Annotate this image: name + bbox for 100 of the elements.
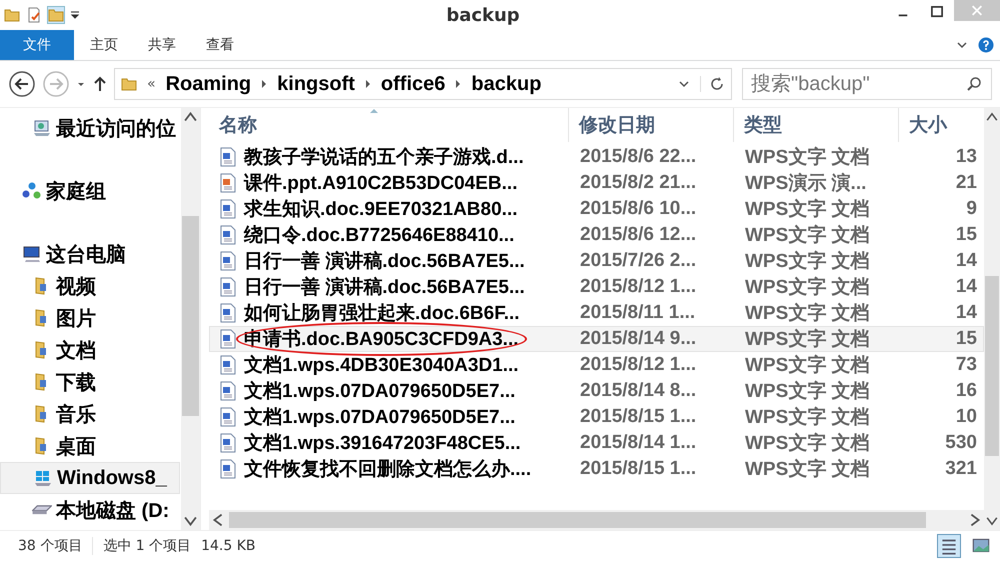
scrollbar[interactable] bbox=[984, 108, 1000, 530]
file-type: WPS文字 文档 bbox=[744, 250, 871, 274]
sidebar-item[interactable]: 图片 bbox=[0, 302, 180, 334]
file-row[interactable]: 绕口令.doc.B7725646E88410... 2015/8/6 12... WPS文字 文档 15 bbox=[209, 222, 984, 248]
file-size: 15 bbox=[954, 224, 978, 246]
sidebar-item[interactable]: 下载 bbox=[0, 366, 180, 398]
file-size: 9 bbox=[965, 198, 978, 220]
overflow-chevron[interactable]: « bbox=[147, 76, 156, 92]
breadcrumb[interactable]: backup bbox=[471, 72, 542, 96]
column-header[interactable]: 修改日期 bbox=[569, 108, 734, 142]
document-icon bbox=[220, 329, 236, 349]
file-row[interactable]: 文档1.wps.07DA079650D5E7... 2015/8/15 1... WPS文字 文档 10 bbox=[209, 404, 984, 430]
sidebar-item[interactable]: 桌面 bbox=[0, 430, 180, 462]
breadcrumb[interactable]: office6 bbox=[380, 72, 446, 96]
separator-icon[interactable] bbox=[364, 79, 371, 89]
file-row[interactable]: 课件.ppt.A910C2B53DC04EB... 2015/8/2 21... WPS演示 演... 21 bbox=[209, 170, 984, 196]
file-size: 10 bbox=[954, 406, 978, 428]
file-row[interactable]: 文件恢复找不回删除文档怎么办.... 2015/8/15 1... WPS文字 文档 321 bbox=[209, 456, 984, 482]
column-header[interactable]: 类型 bbox=[734, 108, 899, 142]
sidebar-item[interactable]: 音乐 bbox=[0, 398, 180, 430]
file-name: 课件.ppt.A910C2B53DC04EB... bbox=[244, 172, 518, 196]
file-name: 绕口令.doc.B7725646E88410... bbox=[244, 224, 514, 248]
sidebar-item[interactable]: 这台电脑 bbox=[0, 238, 180, 270]
file-row[interactable]: 日行一善 演讲稿.doc.56BA7E5... 2015/7/26 2... WPS文字 文档 14 bbox=[209, 248, 984, 274]
file-name: 文档1.wps.391647203F48CE5... bbox=[244, 432, 521, 456]
modified-date: 2015/8/6 22... bbox=[579, 146, 698, 168]
file-name: 日行一善 演讲稿.doc.56BA7E5... bbox=[244, 275, 525, 300]
address-bar[interactable]: « Roaming kingsoft office6 backup bbox=[114, 68, 732, 100]
document-icon bbox=[220, 433, 236, 453]
file-type: WPS文字 文档 bbox=[744, 224, 871, 248]
back-icon[interactable] bbox=[8, 70, 36, 98]
scrollbar[interactable] bbox=[209, 510, 984, 530]
file-type: WPS文字 文档 bbox=[744, 406, 871, 430]
folder-icon[interactable] bbox=[4, 7, 20, 23]
search-field[interactable]: 搜索"backup" bbox=[742, 68, 992, 100]
file-row[interactable]: 日行一善 演讲稿.doc.56BA7E5... 2015/8/12 1... WPS文字 文档 14 bbox=[209, 274, 984, 300]
selection-size: 14.5 KB bbox=[201, 538, 256, 554]
file-row[interactable]: 文档1.wps.391647203F48CE5... 2015/8/14 1... WPS文字 文档 530 bbox=[209, 430, 984, 456]
document-icon bbox=[220, 251, 236, 271]
column-header[interactable]: 大小 bbox=[899, 108, 984, 142]
sidebar-item[interactable]: Windows8_ bbox=[0, 462, 180, 494]
modified-date: 2015/7/26 2... bbox=[579, 250, 698, 272]
breadcrumb[interactable]: Roaming bbox=[166, 72, 252, 96]
modified-date: 2015/8/6 12... bbox=[579, 224, 698, 246]
properties-icon[interactable] bbox=[26, 7, 42, 23]
document-icon bbox=[220, 277, 236, 297]
file-name: 文档1.wps.4DB30E3040A3D1... bbox=[244, 354, 519, 378]
file-type: WPS文字 文档 bbox=[744, 380, 871, 404]
document-icon bbox=[220, 225, 236, 245]
file-name: 文档1.wps.07DA079650D5E7... bbox=[244, 406, 516, 430]
folder-icon bbox=[121, 76, 137, 92]
file-row[interactable]: 如何让肠胃强壮起来.doc.6B6F... 2015/8/11 1... WPS文字 文档 14 bbox=[209, 300, 984, 326]
sidebar-item[interactable]: 视频 bbox=[0, 270, 180, 302]
drive-icon bbox=[32, 505, 52, 515]
sidebar-item[interactable]: 最近访问的位 bbox=[0, 112, 180, 144]
file-name: 日行一善 演讲稿.doc.56BA7E5... bbox=[244, 249, 525, 274]
separator-icon[interactable] bbox=[455, 79, 462, 89]
modified-date: 2015/8/14 8... bbox=[579, 380, 698, 402]
refresh-icon[interactable] bbox=[700, 76, 725, 92]
modified-date: 2015/8/14 9... bbox=[579, 328, 698, 350]
file-type: WPS文字 文档 bbox=[744, 328, 871, 352]
document-icon bbox=[220, 407, 236, 427]
modified-date: 2015/8/6 10... bbox=[579, 198, 698, 220]
file-size: 13 bbox=[954, 146, 978, 168]
file-name: 教孩子学说话的五个亲子游戏.d... bbox=[244, 146, 524, 170]
file-size: 21 bbox=[954, 172, 978, 194]
homegroup-icon bbox=[22, 181, 42, 201]
sidebar-item[interactable]: 本地磁盘 (D: bbox=[0, 494, 180, 526]
file-size: 321 bbox=[944, 458, 978, 480]
selection-count: 选中 1 个项目 bbox=[103, 537, 192, 555]
details-view-icon[interactable] bbox=[938, 535, 960, 557]
dropdown-icon[interactable] bbox=[70, 10, 80, 20]
help-icon[interactable] bbox=[978, 37, 994, 53]
ribbon-tab[interactable]: 共享 bbox=[134, 30, 190, 60]
modified-date: 2015/8/15 1... bbox=[579, 458, 698, 480]
scrollbar[interactable] bbox=[181, 108, 200, 530]
file-size: 15 bbox=[954, 328, 978, 350]
file-size: 14 bbox=[954, 250, 978, 272]
ribbon-tab[interactable]: 文件 bbox=[0, 30, 74, 60]
file-type: WPS文字 文档 bbox=[744, 276, 871, 300]
breadcrumb[interactable]: kingsoft bbox=[277, 72, 355, 96]
ribbon-tab[interactable]: 主页 bbox=[76, 30, 132, 60]
file-type: WPS文字 文档 bbox=[744, 302, 871, 326]
file-row[interactable]: 文档1.wps.07DA079650D5E7... 2015/8/14 8... WPS文字 文档 16 bbox=[209, 378, 984, 404]
ribbon-tab[interactable]: 查看 bbox=[192, 30, 248, 60]
file-row[interactable]: 文档1.wps.4DB30E3040A3D1... 2015/8/12 1... WPS文字 文档 73 bbox=[209, 352, 984, 378]
separator-icon[interactable] bbox=[261, 79, 268, 89]
modified-date: 2015/8/15 1... bbox=[579, 406, 698, 428]
windows-drive-icon bbox=[33, 468, 53, 488]
file-size: 14 bbox=[954, 302, 978, 324]
sidebar-item[interactable]: 文档 bbox=[0, 334, 180, 366]
file-size: 530 bbox=[944, 432, 978, 454]
file-type: WPS文字 文档 bbox=[744, 198, 871, 222]
up-icon[interactable] bbox=[92, 76, 108, 92]
document-icon bbox=[220, 459, 236, 479]
sidebar-item[interactable]: 家庭组 bbox=[0, 175, 180, 207]
file-row[interactable]: 求生知识.doc.9EE70321AB80... 2015/8/6 10... WPS文字 文档 9 bbox=[209, 196, 984, 222]
search-icon bbox=[966, 76, 982, 92]
file-size: 16 bbox=[954, 380, 978, 402]
file-row[interactable]: 教孩子学说话的五个亲子游戏.d... 2015/8/6 22... WPS文字 文档 13 bbox=[209, 144, 984, 170]
